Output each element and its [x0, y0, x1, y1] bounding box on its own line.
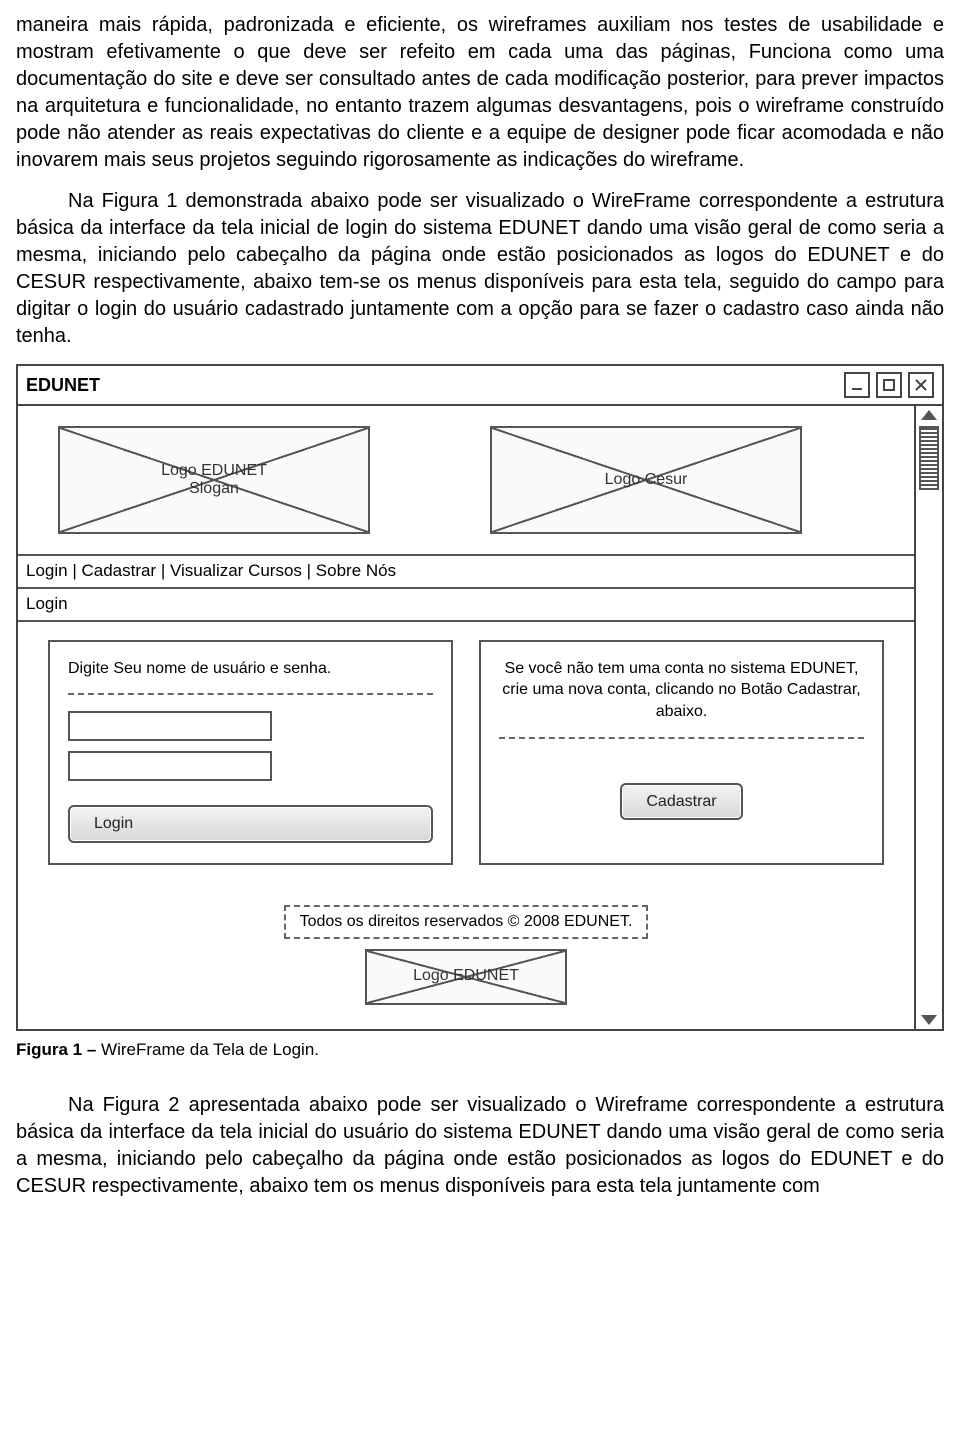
register-prompt: Se você não tem uma conta no sistema EDU… — [499, 658, 864, 723]
wireframe-title: EDUNET — [26, 373, 100, 397]
dashed-separator — [499, 737, 864, 739]
login-prompt: Digite Seu nome de usuário e senha. — [68, 658, 433, 680]
footer-logo-placeholder: Logo EDUNET — [365, 949, 567, 1005]
cadastrar-button[interactable]: Cadastrar — [620, 783, 742, 821]
maximize-icon[interactable] — [876, 372, 902, 398]
body-paragraph-2: Na Figura 1 demonstrada abaixo pode ser … — [16, 188, 944, 350]
logo-edunet-placeholder: Logo EDUNET Slogan — [58, 426, 370, 534]
scroll-down-icon[interactable] — [921, 1015, 937, 1025]
register-panel: Se você não tem uma conta no sistema EDU… — [479, 640, 884, 865]
close-icon[interactable] — [908, 372, 934, 398]
scroll-thumb[interactable] — [919, 426, 939, 490]
login-button[interactable]: Login — [68, 805, 433, 843]
figure-caption-bold: Figura 1 – — [16, 1040, 101, 1059]
scrollbar[interactable] — [916, 406, 942, 1029]
body-paragraph-3: Na Figura 2 apresentada abaixo pode ser … — [16, 1092, 944, 1200]
username-input[interactable] — [68, 711, 272, 741]
scroll-up-icon[interactable] — [921, 410, 937, 420]
wireframe-footer: Todos os direitos reservados © 2008 EDUN… — [28, 895, 904, 1019]
dashed-separator — [68, 693, 433, 695]
wireframe-nav[interactable]: Login | Cadastrar | Visualizar Cursos | … — [18, 554, 914, 589]
body-paragraph-1: maneira mais rápida, padronizada e efici… — [16, 12, 944, 174]
wireframe-window: EDUNET Logo EDUNET Slogan Logo Ce — [16, 364, 944, 1031]
logo-cesur-placeholder: Logo Cesur — [490, 426, 802, 534]
figure-caption-rest: WireFrame da Tela de Login. — [101, 1040, 319, 1059]
figure-caption: Figura 1 – WireFrame da Tela de Login. — [16, 1039, 944, 1062]
login-section-label: Login — [18, 589, 914, 622]
logo-cesur-label: Logo Cesur — [605, 471, 688, 489]
wireframe-content: Logo EDUNET Slogan Logo Cesur Login | Ca… — [18, 406, 916, 1029]
footer-rights-text: Todos os direitos reservados © 2008 EDUN… — [284, 905, 649, 939]
logo-edunet-label: Logo EDUNET Slogan — [161, 462, 267, 499]
wireframe-titlebar: EDUNET — [18, 366, 942, 406]
window-controls — [844, 372, 934, 398]
minimize-icon[interactable] — [844, 372, 870, 398]
login-panel: Digite Seu nome de usuário e senha. Logi… — [48, 640, 453, 865]
password-input[interactable] — [68, 751, 272, 781]
footer-logo-label: Logo EDUNET — [413, 967, 519, 985]
